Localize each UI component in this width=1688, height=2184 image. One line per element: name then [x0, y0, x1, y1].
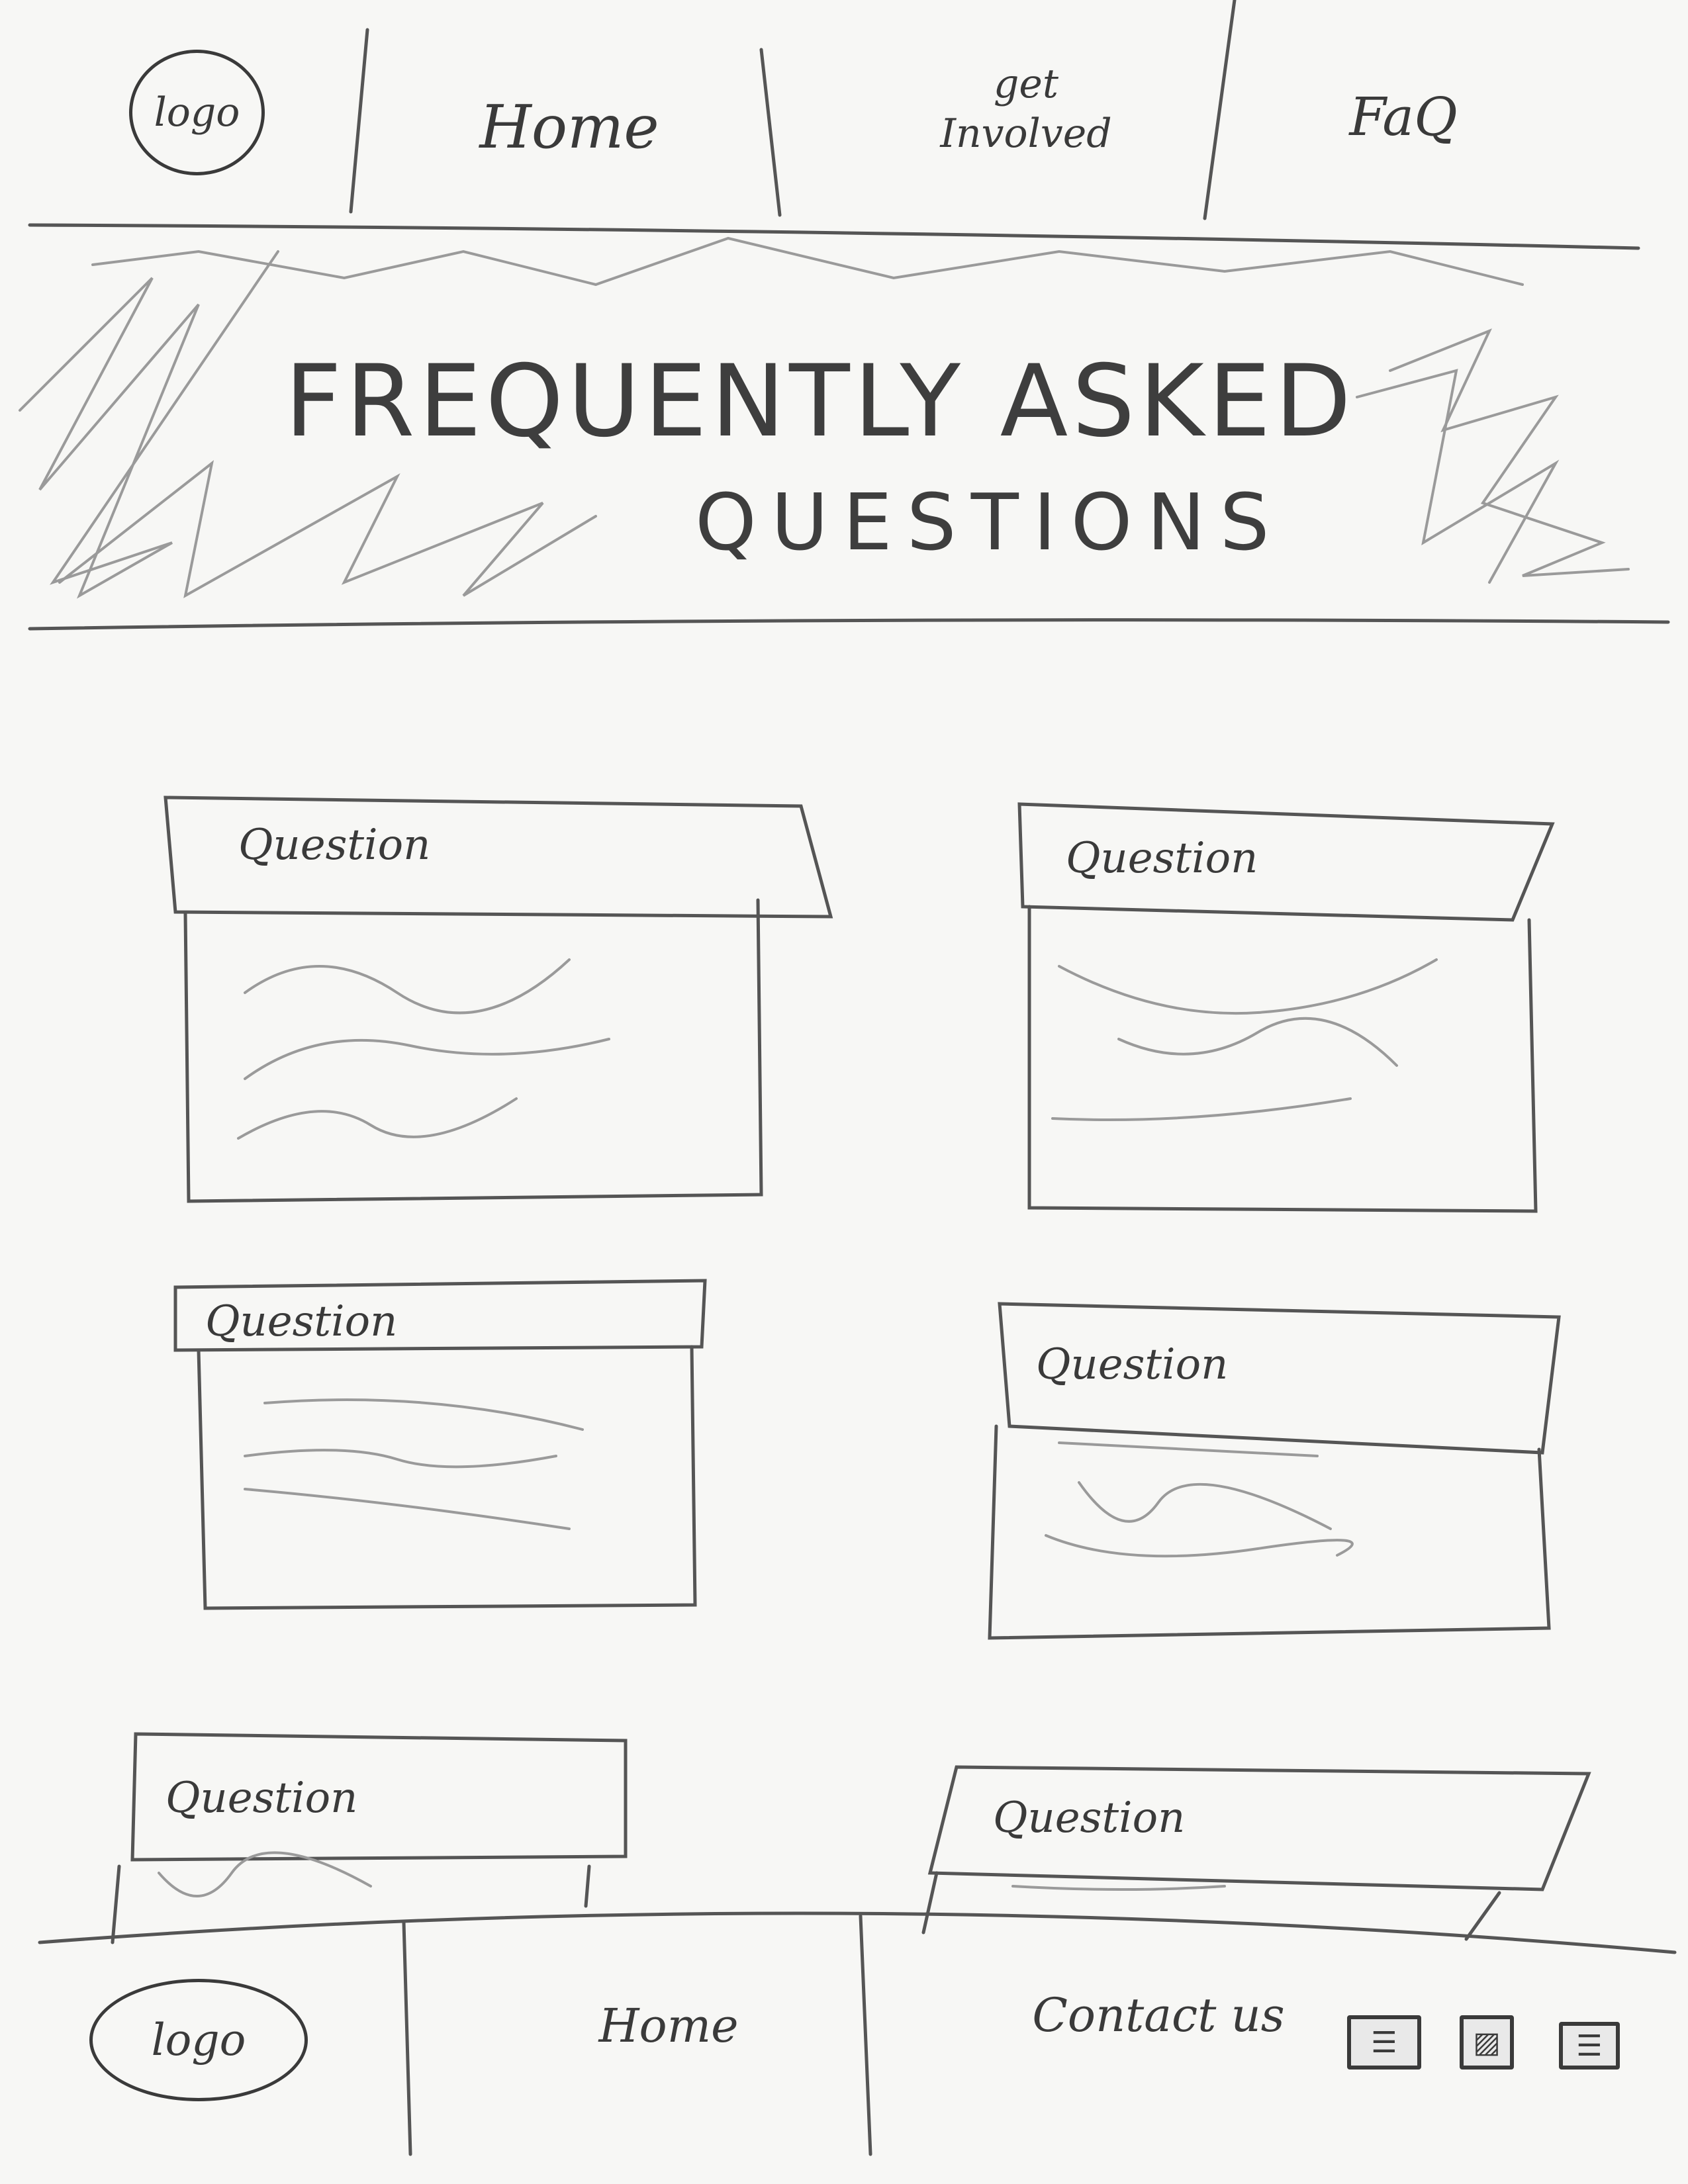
faq-question-4[interactable]: Question [1036, 1340, 1228, 1389]
faq-question-5[interactable]: Question [165, 1774, 357, 1823]
social-icon-3[interactable]: ☰ [1559, 2022, 1620, 2070]
footer-home-link[interactable]: Home [563, 1999, 774, 2053]
header-logo[interactable]: logo [129, 50, 265, 175]
faq-question-2[interactable]: Question [1066, 834, 1258, 883]
nav-faq[interactable]: FaQ [1317, 86, 1489, 148]
social-icon-1[interactable]: ☰ [1347, 2015, 1421, 2070]
nav-home[interactable]: Home [463, 93, 675, 162]
banner-title-line2: QUESTIONS [695, 477, 1284, 568]
sketch-frame [19, 0, 1677, 2156]
faq-question-3[interactable]: Question [205, 1297, 397, 1346]
footer-logo[interactable]: logo [89, 1979, 308, 2101]
site-header: logo Home get Involved FaQ [0, 0, 1688, 228]
footer-contact-link[interactable]: Contact us [1019, 1982, 1297, 2050]
faq-question-1[interactable]: Question [238, 821, 430, 870]
nav-get-involved[interactable]: get Involved [907, 60, 1145, 159]
banner-title-line1: FREQUENTLY ASKED [285, 344, 1356, 459]
faq-question-6[interactable]: Question [993, 1794, 1185, 1843]
social-icon-2[interactable]: ▨ [1460, 2015, 1514, 2070]
